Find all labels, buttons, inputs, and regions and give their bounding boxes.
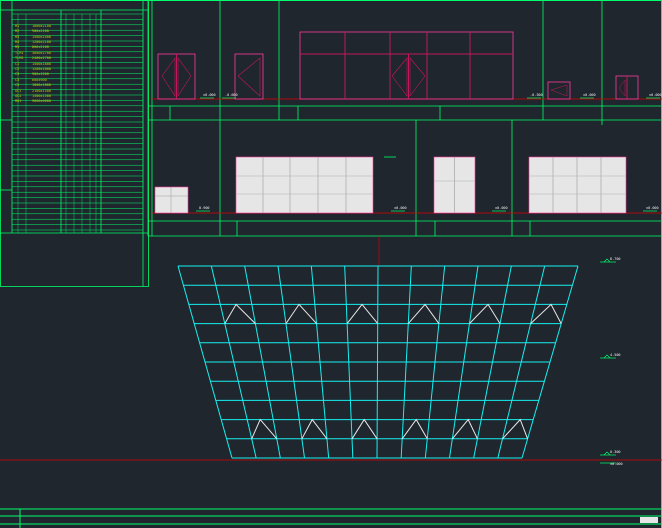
elevation-tag-curtain: 4.500 — [610, 353, 621, 357]
title-block — [640, 517, 658, 523]
schedule-spec: 1200x1800 — [32, 67, 51, 71]
elevation-tag-curtain: 0.300 — [610, 450, 621, 454]
schedule-spec: 2400x2700 — [32, 56, 51, 61]
elevation-tag-middle: ±0.000 — [394, 206, 407, 210]
schedule-spec: 900x1500 — [32, 72, 49, 77]
elevation-tag-middle: 0.900 — [199, 206, 210, 210]
schedule-code: C5 — [15, 83, 20, 88]
schedule-spec: 1800x1800 — [32, 83, 51, 88]
schedule-spec: 600x900 — [32, 77, 47, 82]
cabinet-wide — [235, 156, 374, 214]
elevation-tag-top: ±0.000 — [649, 93, 662, 97]
elevation-tag-curtain: 8.700 — [610, 257, 621, 261]
schedule-code: TLM1 — [15, 50, 24, 55]
elevation-tag-middle: ±0.000 — [646, 206, 659, 210]
schedule-code: C1 — [15, 61, 20, 66]
cabinet-small — [154, 186, 189, 214]
schedule-spec: 1200x2100 — [32, 40, 51, 44]
schedule-spec: 900x2100 — [32, 29, 49, 34]
schedule-code: M1 — [15, 23, 20, 28]
schedule-code: M5 — [15, 45, 20, 50]
schedule-spec: 9000x6000 — [32, 99, 51, 104]
schedule-spec: 2100x1500 — [32, 88, 51, 93]
schedule-code: MQ1 — [15, 99, 22, 104]
drawing-background — [0, 0, 662, 528]
elevation-tag-top: -0.300 — [530, 93, 543, 97]
schedule-code: GC1 — [15, 88, 22, 93]
cabinet-narrow — [433, 156, 476, 214]
cabinet-right — [528, 156, 627, 214]
schedule-code: C2 — [15, 67, 20, 71]
elevation-tag-curtain: ±0.000 — [610, 462, 623, 466]
schedule-code: GC2 — [15, 94, 22, 98]
schedule-code: M4 — [15, 40, 20, 44]
schedule-code: C3 — [15, 72, 20, 77]
schedule-spec: 1000x2100 — [32, 23, 51, 28]
elevation-tag-middle: ±0.000 — [495, 206, 508, 210]
cad-elevation-drawing — [0, 0, 662, 528]
schedule-spec: 1500x1500 — [32, 94, 51, 98]
schedule-spec: 1500x2400 — [32, 34, 51, 39]
schedule-spec: 1500x1800 — [32, 61, 51, 66]
schedule-spec: 3600x2700 — [32, 50, 51, 55]
schedule-spec: 800x2100 — [32, 45, 49, 50]
elevation-tag-top: -0.600 — [225, 93, 238, 97]
schedule-code: C4 — [15, 77, 20, 82]
schedule-code: M2 — [15, 29, 20, 34]
schedule-code: M3 — [15, 34, 20, 39]
schedule-code: TLM2 — [15, 56, 24, 61]
elevation-tag-top: ±0.000 — [203, 93, 216, 97]
elevation-tag-top: ±0.000 — [583, 93, 596, 97]
